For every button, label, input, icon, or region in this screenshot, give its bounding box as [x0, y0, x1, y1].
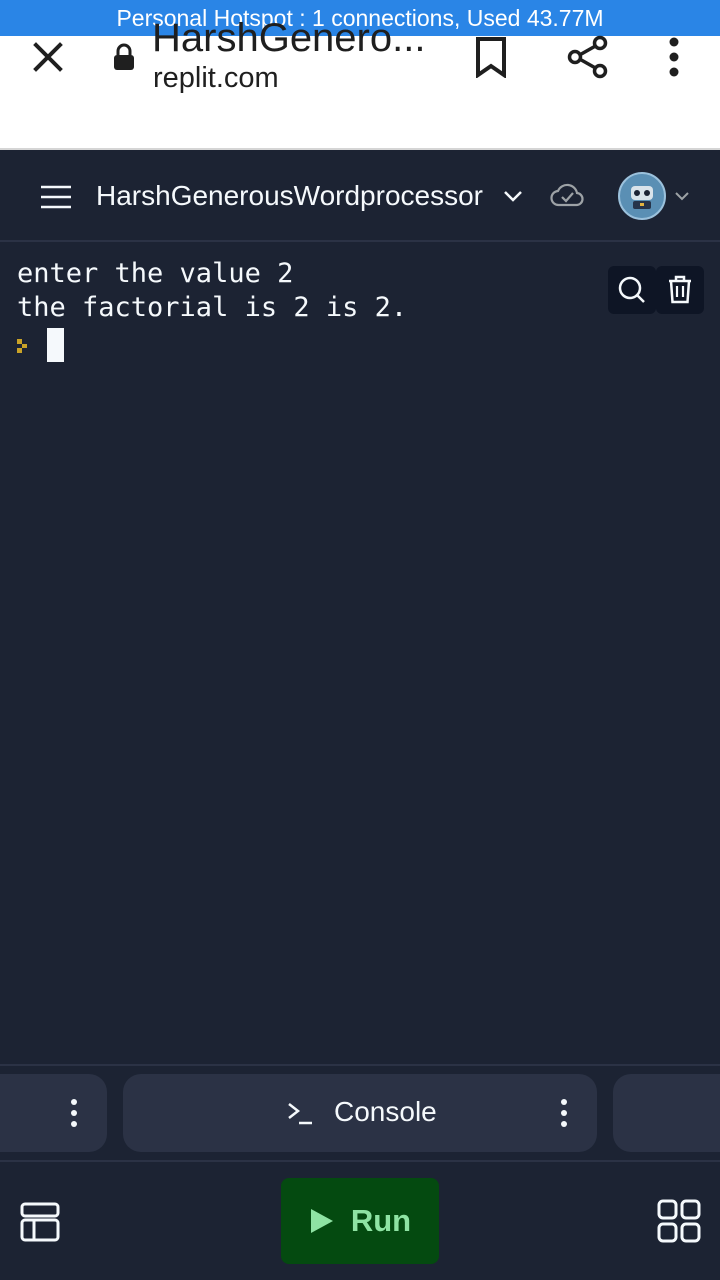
bookmark-icon[interactable] — [473, 36, 509, 78]
play-icon — [310, 1209, 333, 1233]
tab-next[interactable] — [613, 1074, 720, 1152]
console-cursor[interactable] — [47, 328, 64, 362]
layout-icon[interactable] — [18, 1200, 62, 1244]
tab-previous[interactable] — [0, 1074, 107, 1152]
url-host[interactable]: replit.com — [153, 62, 279, 95]
more-vertical-icon[interactable] — [554, 1097, 574, 1129]
clear-console-button[interactable] — [656, 266, 704, 314]
more-vertical-icon[interactable] — [660, 36, 688, 78]
hamburger-menu-icon[interactable] — [40, 185, 72, 209]
terminal-icon — [288, 1103, 312, 1125]
console-line: the factorial is 2 is 2. — [17, 292, 408, 323]
search-icon — [618, 276, 645, 303]
chevron-down-icon[interactable] — [672, 188, 692, 204]
chevron-down-icon[interactable] — [500, 186, 526, 206]
prompt-icon — [17, 339, 27, 353]
robot-avatar-icon — [631, 186, 653, 209]
run-button[interactable]: Run — [281, 1178, 439, 1264]
search-button[interactable] — [608, 266, 656, 314]
lock-icon — [114, 43, 134, 70]
close-icon[interactable] — [28, 37, 68, 77]
trash-icon — [669, 275, 691, 304]
apps-grid-icon[interactable] — [656, 1198, 702, 1244]
share-icon[interactable] — [566, 35, 610, 79]
more-vertical-icon[interactable] — [64, 1097, 84, 1129]
console-output[interactable] — [0, 244, 720, 1064]
repl-name[interactable]: HarshGenerousWordprocessor — [96, 180, 483, 212]
avatar[interactable] — [618, 172, 666, 220]
run-label: Run — [350, 1203, 412, 1238]
page-title[interactable]: HarshGenero... — [152, 16, 425, 61]
tab-console-label: Console — [334, 1096, 437, 1127]
cloud-check-icon[interactable] — [550, 182, 584, 210]
screen: Personal Hotspot : 1 connections, Used 4… — [0, 0, 720, 1280]
console-line: enter the value 2 — [17, 258, 294, 289]
